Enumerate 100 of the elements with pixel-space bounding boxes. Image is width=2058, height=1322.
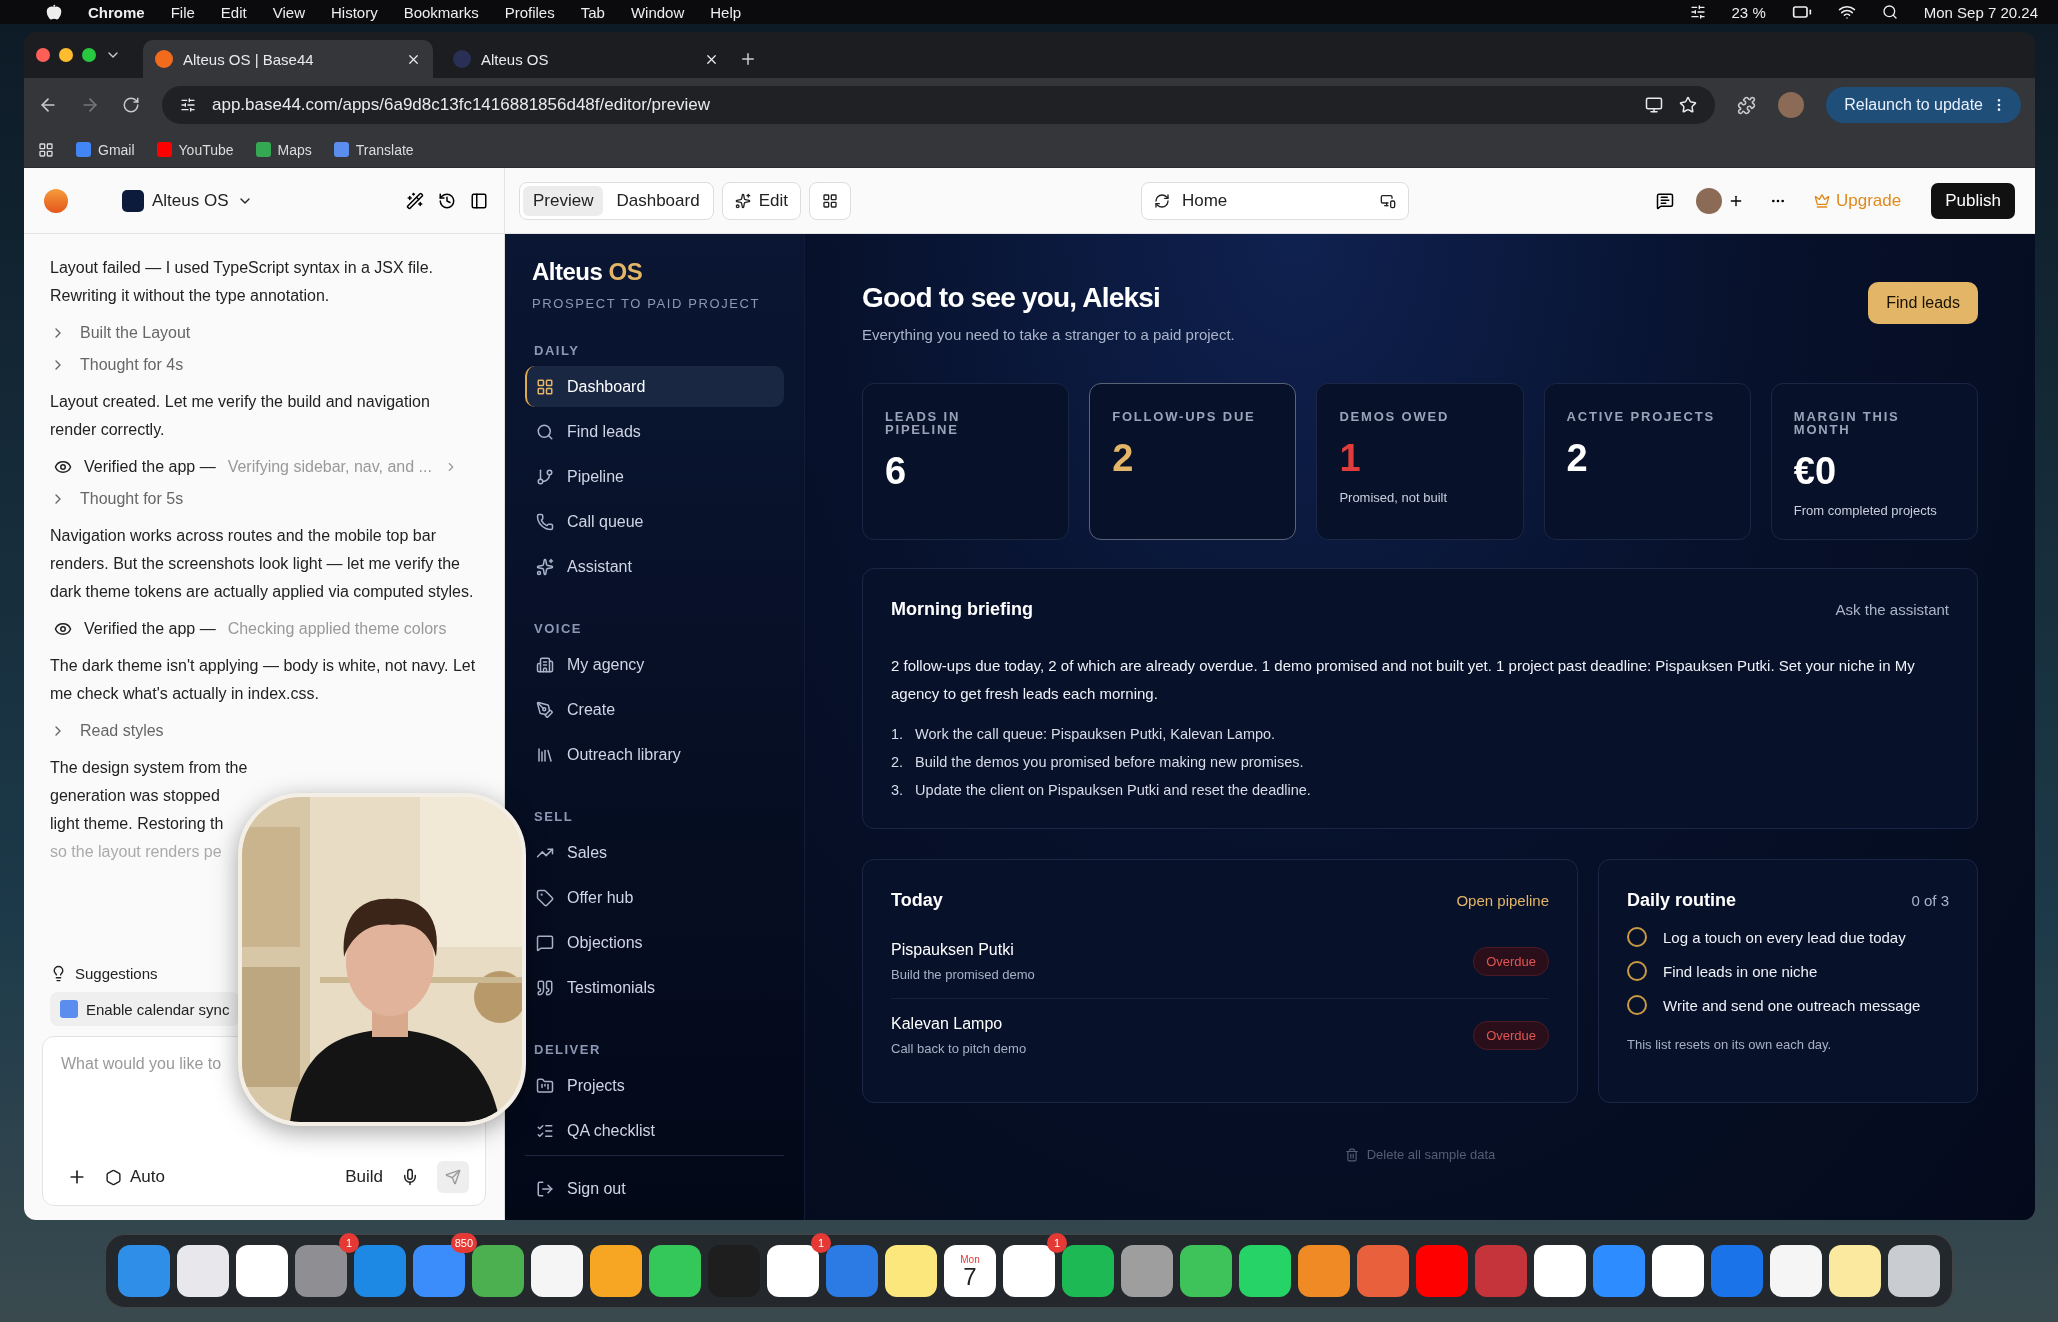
step-row[interactable]: Read styles — [50, 722, 478, 740]
new-tab-icon[interactable] — [739, 50, 757, 68]
dock-app-icon[interactable] — [1534, 1245, 1586, 1297]
dock-app-icon[interactable] — [590, 1245, 642, 1297]
verify-detail: Verifying sidebar, nav, and ... — [227, 458, 432, 476]
task-row[interactable]: Kalevan Lampo Call back to pitch demo Overdue — [891, 999, 1549, 1072]
nav-item[interactable]: Testimonials — [525, 967, 784, 1008]
routine-item[interactable]: Find leads in one niche — [1627, 961, 1949, 981]
logo-icon[interactable] — [44, 188, 68, 213]
install-icon[interactable] — [1645, 96, 1664, 114]
dock-app-icon[interactable] — [1298, 1245, 1350, 1297]
dock-app-icon[interactable] — [885, 1245, 937, 1297]
dock-app-icon[interactable] — [1652, 1245, 1704, 1297]
publish-button[interactable]: Publish — [1931, 182, 2015, 219]
nav-item[interactable]: Projects — [525, 1065, 784, 1106]
ask-assistant-link[interactable]: Ask the assistant — [1835, 601, 1949, 618]
nav-item[interactable]: Pipeline — [525, 456, 784, 497]
menu-item[interactable]: Bookmarks — [403, 3, 479, 21]
routine-item[interactable]: Write and send one outreach message — [1627, 995, 1949, 1015]
edit-button[interactable]: Edit — [721, 181, 801, 220]
nav-item[interactable]: Assistant — [525, 546, 784, 587]
suggestion-chip[interactable]: Enable calendar sync — [50, 992, 240, 1026]
send-button[interactable] — [437, 1161, 469, 1193]
page-selector[interactable]: Home — [1140, 181, 1409, 220]
nav-item[interactable]: Find leads — [525, 411, 784, 452]
menu-item[interactable]: View — [272, 3, 305, 21]
browser-tab[interactable]: Alteus OS — [441, 40, 731, 78]
dock-app-icon[interactable] — [1770, 1245, 1822, 1297]
layout-button[interactable] — [808, 181, 851, 220]
dock-app-icon[interactable] — [236, 1245, 288, 1297]
verify-row[interactable]: Verified the app — Verifying sidebar, nav, and ... — [50, 458, 478, 476]
find-leads-button[interactable]: Find leads — [1868, 282, 1978, 324]
mode-tab[interactable]: Preview — [523, 185, 604, 216]
verify-row[interactable]: Verified the app — Checking applied theme colors — [50, 620, 478, 638]
profile-avatar[interactable] — [1778, 92, 1805, 118]
checkbox[interactable] — [1627, 927, 1647, 947]
build-button[interactable]: Build — [345, 1167, 383, 1187]
app-selector[interactable]: Alteus OS — [116, 188, 259, 213]
checkbox[interactable] — [1627, 961, 1647, 981]
site-settings-icon — [180, 97, 196, 113]
dock-app-icon[interactable] — [1888, 1245, 1940, 1297]
apps-icon[interactable] — [38, 141, 54, 158]
reload-icon[interactable] — [122, 96, 140, 114]
dock-app-icon[interactable] — [649, 1245, 701, 1297]
close-dot[interactable] — [36, 48, 50, 62]
dock-app-icon[interactable] — [1003, 1245, 1055, 1297]
nav-item[interactable]: QA checklist — [525, 1110, 784, 1151]
step-row[interactable]: Thought for 5s — [50, 490, 478, 508]
routine-item[interactable]: Log a touch on every lead due today — [1627, 927, 1949, 947]
menu-item[interactable]: Edit — [220, 3, 247, 21]
mode-tab[interactable]: Dashboard — [606, 185, 710, 216]
address-bar[interactable]: app.base44.com/apps/6a9d8c13fc1416881856d48f/editor/preview — [162, 86, 1716, 124]
menu-item[interactable]: Tab — [580, 3, 605, 21]
step-row[interactable]: Built the Layout — [50, 324, 478, 342]
bookmark-link[interactable]: YouTube — [156, 141, 234, 158]
nav-item[interactable]: Sales — [525, 832, 784, 873]
bookmark-link[interactable]: Gmail — [76, 141, 135, 158]
comment-icon[interactable] — [1656, 191, 1674, 210]
nav-item[interactable]: Create — [525, 689, 784, 730]
menu-item[interactable]: Help — [710, 3, 742, 21]
bookmark-link[interactable]: Translate — [333, 141, 414, 158]
nav-item[interactable]: Outreach library — [525, 734, 784, 775]
nav-item[interactable]: Call queue — [525, 501, 784, 542]
menu-item[interactable]: File — [170, 3, 195, 21]
search-icon[interactable] — [1881, 4, 1898, 20]
nav-item[interactable]: Dashboard — [525, 366, 784, 407]
mode-button[interactable]: Auto — [105, 1167, 165, 1187]
panel-icon[interactable] — [470, 191, 488, 210]
dock-app-icon[interactable]: Mon 7 — [944, 1245, 996, 1297]
open-pipeline-link[interactable]: Open pipeline — [1456, 892, 1549, 909]
menu-item[interactable]: Window — [630, 3, 685, 21]
mic-icon[interactable] — [401, 1168, 419, 1186]
nav-item[interactable]: My agency — [525, 644, 784, 685]
bookmark-link[interactable]: Maps — [255, 141, 312, 158]
menu-item[interactable]: History — [330, 3, 378, 21]
user-avatar[interactable] — [1696, 187, 1722, 214]
dock-app-icon[interactable] — [1062, 1245, 1114, 1297]
browser-tab[interactable]: Alteus OS | Base44 — [143, 40, 433, 78]
relaunch-button[interactable]: Relaunch to update — [1826, 87, 2021, 123]
minimize-dot[interactable] — [59, 48, 73, 62]
dock-app-icon[interactable] — [767, 1245, 819, 1297]
zoom-dot[interactable] — [82, 48, 96, 62]
nav-item[interactable]: Objections — [525, 922, 784, 963]
control-icon[interactable] — [1689, 4, 1706, 20]
step-row[interactable]: Thought for 4s — [50, 356, 478, 374]
wifi-icon[interactable] — [1837, 3, 1856, 21]
dock-app-icon[interactable] — [1829, 1245, 1881, 1297]
nav-item[interactable]: Offer hub — [525, 877, 784, 918]
dock-app-icon[interactable] — [177, 1245, 229, 1297]
dock-app-icon[interactable] — [1239, 1245, 1291, 1297]
menu-item[interactable]: Chrome — [88, 3, 145, 21]
dock-app-icon[interactable] — [531, 1245, 583, 1297]
menu-item[interactable]: Profiles — [504, 3, 555, 21]
history-icon[interactable] — [438, 191, 456, 210]
extensions-icon[interactable] — [1737, 95, 1757, 115]
checkbox[interactable] — [1627, 995, 1647, 1015]
dock-app-icon[interactable] — [1180, 1245, 1232, 1297]
apple-icon[interactable] — [46, 4, 62, 20]
sign-out-link[interactable]: Sign out — [525, 1168, 784, 1209]
task-row[interactable]: Pispauksen Putki Build the promised demo Overdue — [891, 925, 1549, 999]
